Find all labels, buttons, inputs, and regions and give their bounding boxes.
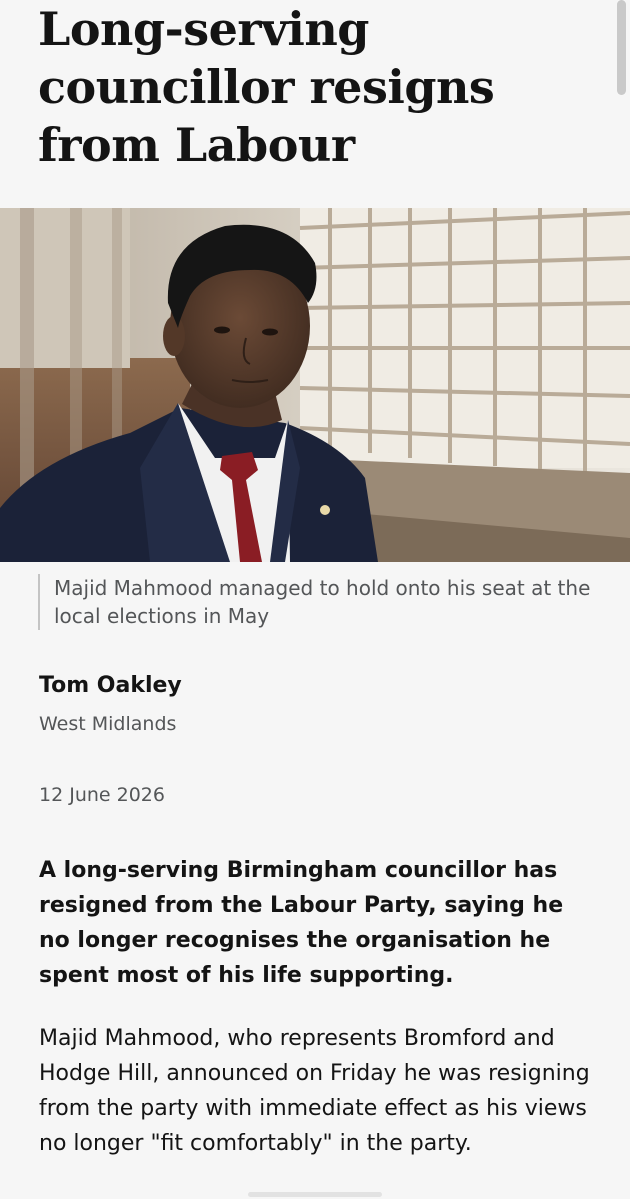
home-indicator[interactable] [248,1192,382,1197]
article-lead: A long-serving Birmingham councillor has… [39,858,564,988]
author-name[interactable]: Tom Oakley [39,671,182,701]
article-paragraph: Majid Mahmood, who represents Bromford a… [39,1026,590,1156]
image-caption: Majid Mahmood managed to hold onto his s… [38,574,614,630]
scrollbar[interactable] [617,0,626,95]
publish-date: 12 June 2026 [39,784,165,806]
author-role: West Midlands [39,713,177,735]
hero-image [0,208,630,562]
article-headline: Long-serving councillor resigns from Lab… [38,2,495,172]
